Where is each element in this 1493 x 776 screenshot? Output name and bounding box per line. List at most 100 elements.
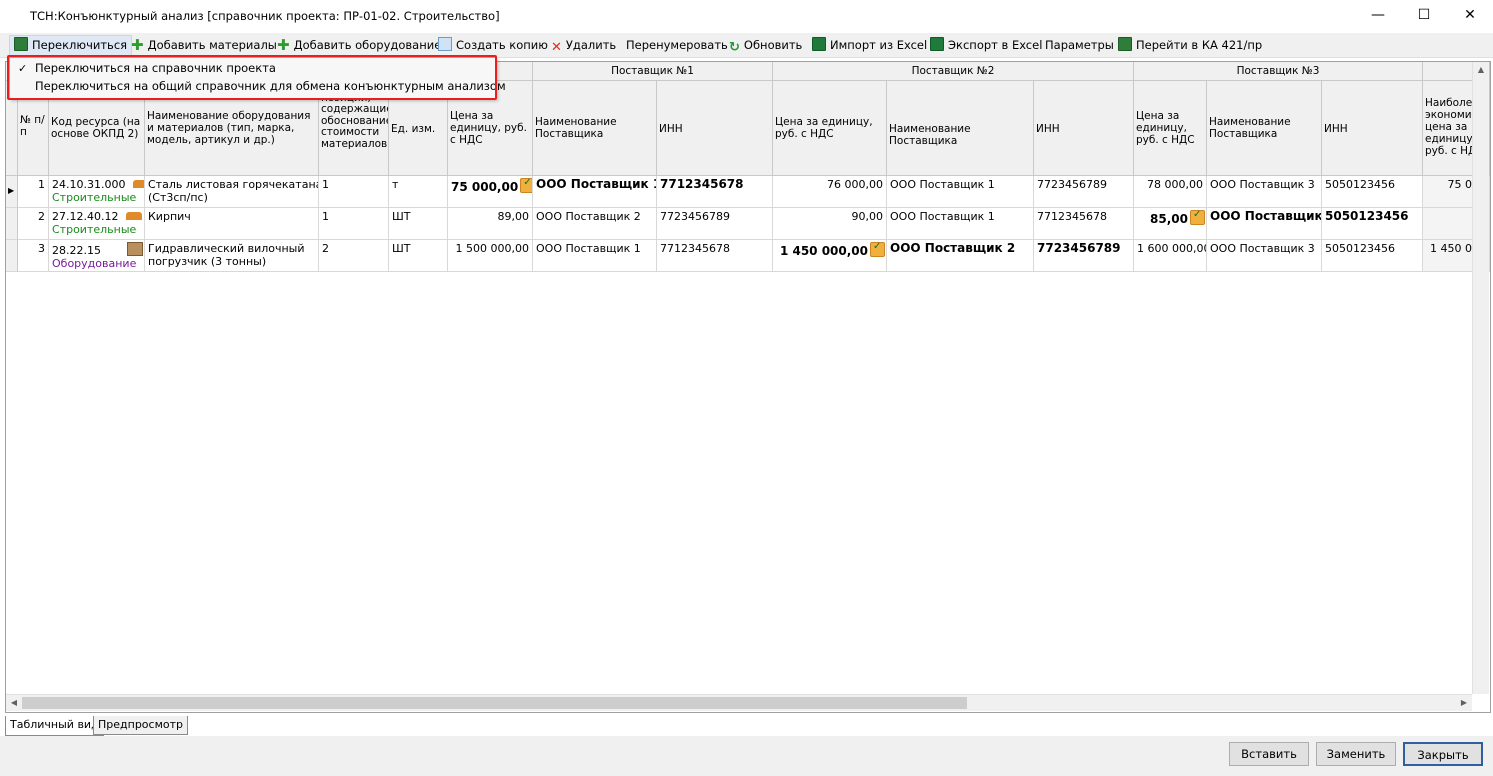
- table-cell-inn-1[interactable]: 7723456789: [657, 208, 773, 240]
- table-cell-supplier-2[interactable]: ООО Поставщик 1: [887, 208, 1034, 240]
- resource-code: 24.10.31.000: [52, 178, 126, 191]
- horizontal-scrollbar[interactable]: ◀ ▶: [6, 694, 1472, 711]
- table-cell-supplier-2[interactable]: ООО Поставщик 2: [887, 240, 1034, 272]
- table-cell-no[interactable]: 2: [18, 208, 49, 240]
- scroll-up-arrow-icon[interactable]: ▲: [1473, 62, 1489, 78]
- column-header-inn-2[interactable]: ИНН: [1034, 81, 1134, 176]
- maximize-button[interactable]: ☐: [1401, 0, 1447, 30]
- table-cell-price-2[interactable]: 1 450 000,00: [773, 240, 887, 272]
- table-cell-supplier-1[interactable]: ООО Поставщик 1: [533, 240, 657, 272]
- table-cell-supplier-2[interactable]: ООО Поставщик 1: [887, 176, 1034, 208]
- table-cell-name[interactable]: Гидравлический вилочный погрузчик (3 тонн…: [145, 240, 319, 272]
- column-header-inn-3[interactable]: ИНН: [1322, 81, 1423, 176]
- insert-button[interactable]: Вставить: [1229, 742, 1309, 766]
- refresh-button[interactable]: ↻ Обновить: [729, 36, 802, 55]
- scroll-left-arrow-icon[interactable]: ◀: [6, 695, 22, 711]
- export-excel-button[interactable]: Экспорт в Excel: [930, 36, 1042, 54]
- create-copy-button[interactable]: Создать копию: [438, 36, 548, 54]
- add-materials-label: Добавить материалы: [147, 38, 277, 52]
- table-cell-no[interactable]: 3: [18, 240, 49, 272]
- material-icon: [126, 212, 143, 220]
- table-cell-pages[interactable]: 2: [319, 240, 389, 272]
- resource-category: Строительные: [52, 191, 137, 204]
- column-header-supplier-3[interactable]: Наименование Поставщика: [1207, 81, 1322, 176]
- table-cell-unit[interactable]: ШТ: [389, 240, 448, 272]
- table-cell-price-3[interactable]: 78 000,00: [1134, 176, 1207, 208]
- table-cell-price-1[interactable]: 75 000,00: [448, 176, 533, 208]
- current-row-arrow-icon: ▶: [8, 186, 15, 195]
- table-cell-pages[interactable]: 1: [319, 208, 389, 240]
- scroll-right-arrow-icon[interactable]: ▶: [1456, 695, 1472, 711]
- column-header-inn-1[interactable]: ИНН: [657, 81, 773, 176]
- add-materials-button[interactable]: ✚ Добавить материалы: [131, 36, 277, 54]
- row-selector[interactable]: ▶: [6, 176, 18, 208]
- table-cell-supplier-1[interactable]: ООО Поставщик 2: [533, 208, 657, 240]
- replace-button[interactable]: Заменить: [1316, 742, 1396, 766]
- name-line-2: (Ст3сп/пс): [148, 191, 208, 204]
- table-cell-price-1[interactable]: 89,00: [448, 208, 533, 240]
- table-cell-inn-3[interactable]: 5050123456: [1322, 240, 1423, 272]
- table-cell-supplier-1[interactable]: ООО Поставщик 1: [533, 176, 657, 208]
- table-cell-inn-3[interactable]: 5050123456: [1322, 208, 1423, 240]
- delete-icon: ✕: [551, 40, 562, 55]
- tab-preview[interactable]: Предпросмотр: [93, 716, 188, 735]
- row-selector[interactable]: [6, 240, 18, 272]
- table-cell-price-1[interactable]: 1 500 000,00: [448, 240, 533, 272]
- name-line-1: Сталь листовая горячекатаная: [148, 178, 319, 191]
- table-cell-inn-2[interactable]: 7723456789: [1034, 176, 1134, 208]
- row-selector[interactable]: [6, 208, 18, 240]
- delete-button[interactable]: ✕ Удалить: [551, 36, 616, 55]
- horizontal-scroll-thumb[interactable]: [22, 697, 967, 709]
- minimize-button[interactable]: —: [1355, 0, 1401, 30]
- close-button[interactable]: Закрыть: [1403, 742, 1483, 766]
- column-header-price-2[interactable]: Цена за единицу, руб. с НДС: [773, 81, 887, 176]
- table-cell-price-2[interactable]: 90,00: [773, 208, 887, 240]
- resource-category: Оборудование: [52, 257, 137, 270]
- table-cell-pages[interactable]: 1: [319, 176, 389, 208]
- renumber-button[interactable]: Перенумеровать: [626, 36, 728, 54]
- parameters-label: Параметры: [1045, 38, 1114, 52]
- price-value: 75 000,00: [451, 180, 519, 194]
- table-cell-price-3[interactable]: 1 600 000,00: [1134, 240, 1207, 272]
- column-header-supplier-1[interactable]: Наименование Поставщика: [533, 81, 657, 176]
- close-window-button[interactable]: ✕: [1447, 0, 1493, 30]
- table-cell-name[interactable]: Сталь листовая горячекатаная (Ст3сп/пс): [145, 176, 319, 208]
- table-cell-price-3[interactable]: 85,00: [1134, 208, 1207, 240]
- parameters-button[interactable]: Параметры: [1045, 36, 1114, 54]
- vertical-scrollbar[interactable]: ▲: [1472, 62, 1489, 694]
- column-header-price-3[interactable]: Цена за единицу, руб. с НДС: [1134, 81, 1207, 176]
- table-cell-code[interactable]: 27.12.40.12 Строительные: [49, 208, 145, 240]
- data-grid[interactable]: Поставщик №1 Поставщик №2 Поставщик №3 №…: [5, 61, 1491, 713]
- table-cell-supplier-3[interactable]: ООО Поставщик 3: [1207, 176, 1322, 208]
- resource-code: 28.22.15: [52, 244, 101, 257]
- create-copy-label: Создать копию: [456, 38, 548, 52]
- table-cell-unit[interactable]: т: [389, 176, 448, 208]
- table-cell-supplier-3[interactable]: ООО Поставщик 3: [1207, 208, 1322, 240]
- import-excel-button[interactable]: Импорт из Excel: [812, 36, 927, 54]
- goto-ka-button[interactable]: Перейти в КА 421/пр: [1118, 36, 1262, 54]
- table-cell-inn-3[interactable]: 5050123456: [1322, 176, 1423, 208]
- table-cell-inn-2[interactable]: 7712345678: [1034, 208, 1134, 240]
- table-cell-name[interactable]: Кирпич: [145, 208, 319, 240]
- table-cell-inn-2[interactable]: 7723456789: [1034, 240, 1134, 272]
- table-cell-unit[interactable]: ШТ: [389, 208, 448, 240]
- export-excel-label: Экспорт в Excel: [948, 38, 1043, 52]
- goto-ka-label: Перейти в КА 421/пр: [1136, 38, 1263, 52]
- table-cell-no[interactable]: 1: [18, 176, 49, 208]
- table-cell-code[interactable]: 28.22.15 Оборудование: [49, 240, 145, 272]
- plus-icon: ✚: [131, 36, 144, 54]
- table-cell-inn-1[interactable]: 7712345678: [657, 240, 773, 272]
- switch-button[interactable]: Переключиться: [9, 35, 133, 57]
- price-value: 1 450 000,00: [779, 244, 868, 258]
- highlight-box: [7, 55, 497, 100]
- tab-table-view[interactable]: Табличный вид: [5, 716, 104, 736]
- table-cell-supplier-3[interactable]: ООО Поставщик 3: [1207, 240, 1322, 272]
- table-cell-price-2[interactable]: 76 000,00: [773, 176, 887, 208]
- add-equipment-button[interactable]: ✚ Добавить оборудование: [277, 36, 441, 54]
- table-cell-inn-1[interactable]: 7712345678: [657, 176, 773, 208]
- table-cell-code[interactable]: 24.10.31.000 Строительные: [49, 176, 145, 208]
- material-icon: [133, 180, 144, 188]
- plus-icon: ✚: [277, 36, 290, 54]
- column-header-supplier-2[interactable]: Наименование Поставщика: [887, 81, 1034, 176]
- group-header-supplier-3: Поставщик №3: [1134, 62, 1423, 81]
